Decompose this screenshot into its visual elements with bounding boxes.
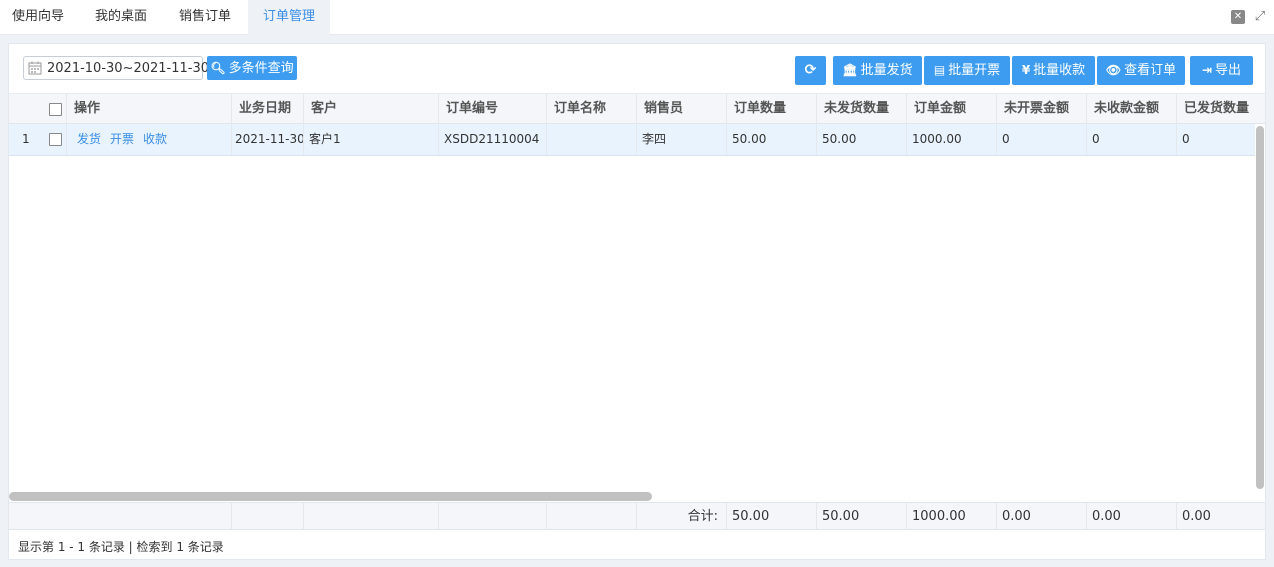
view-order-button[interactable]: 👁︎ 查看订单 bbox=[1097, 56, 1185, 85]
total-qty: 50.00 bbox=[726, 503, 816, 530]
batch-invoice-button[interactable]: ▤ 批量开票 bbox=[924, 56, 1010, 85]
cell-order-name bbox=[546, 124, 636, 155]
invoice-link[interactable]: 开票 bbox=[110, 132, 134, 146]
total-unshipped-qty: 50.00 bbox=[816, 503, 906, 530]
total-blank-4 bbox=[546, 503, 636, 530]
ship-link[interactable]: 发货 bbox=[77, 132, 101, 146]
refresh-icon: ⟳ bbox=[804, 62, 817, 78]
multi-search-label: 多条件查询 bbox=[228, 61, 294, 76]
batch-ship-button[interactable]: 🏛︎ 批量发货 bbox=[833, 56, 922, 85]
tab-sales-order[interactable]: 销售订单 bbox=[164, 0, 246, 35]
export-icon: ⇥ bbox=[1201, 63, 1213, 77]
col-order-name[interactable]: 订单名称 bbox=[546, 94, 636, 124]
horizontal-scroll-thumb[interactable] bbox=[9, 492, 652, 501]
vertical-scroll-thumb[interactable] bbox=[1256, 126, 1264, 489]
total-blank-1 bbox=[231, 503, 303, 530]
total-label: 合计: bbox=[636, 503, 726, 530]
cell-date: 2021-11-30 bbox=[231, 124, 303, 155]
cell-shipped-qty: 0 bbox=[1176, 124, 1255, 155]
batch-collect-button[interactable]: ¥ 批量收款 bbox=[1012, 56, 1095, 85]
col-qty[interactable]: 订单数量 bbox=[726, 94, 816, 124]
batch-collect-label: 批量收款 bbox=[1033, 63, 1086, 78]
col-order-no[interactable]: 订单编号 bbox=[438, 94, 546, 124]
eye-icon: 👁︎ bbox=[1105, 63, 1122, 77]
col-amount[interactable]: 订单金额 bbox=[906, 94, 996, 124]
cell-uncollected: 0 bbox=[1086, 124, 1176, 155]
cell-unshipped-qty: 50.00 bbox=[816, 124, 906, 155]
calendar-icon bbox=[28, 61, 42, 75]
row-checkbox[interactable] bbox=[49, 133, 62, 146]
view-order-label: 查看订单 bbox=[1124, 63, 1177, 78]
total-amount: 1000.00 bbox=[906, 503, 996, 530]
tab-bar: 使用向导 我的桌面 销售订单 订单管理 ✕ ⤢ bbox=[0, 0, 1274, 35]
tab-order-management[interactable]: 订单管理 bbox=[248, 0, 330, 35]
tab-guide[interactable]: 使用向导 bbox=[0, 0, 76, 35]
col-date[interactable]: 业务日期 bbox=[231, 94, 303, 124]
horizontal-scrollbar[interactable] bbox=[9, 490, 1255, 502]
cell-amount: 1000.00 bbox=[906, 124, 996, 155]
export-label: 导出 bbox=[1215, 63, 1242, 78]
expand-icon[interactable]: ⤢ bbox=[1253, 10, 1267, 24]
cell-customer: 客户1 bbox=[303, 124, 438, 155]
select-all-checkbox[interactable] bbox=[49, 103, 62, 116]
total-uncollected: 0.00 bbox=[1086, 503, 1176, 530]
order-panel: 2021-10-30~2021-11-30 🔍︎ 多条件查询 ⟳ 🏛︎ 批量发货 ▤… bbox=[8, 43, 1266, 560]
row-index: 1 bbox=[22, 132, 30, 146]
close-square-icon[interactable]: ✕ bbox=[1231, 10, 1245, 24]
invoice-icon: ▤ bbox=[933, 63, 946, 77]
cell-uninvoiced: 0 bbox=[996, 124, 1086, 155]
col-uncollected[interactable]: 未收款金额 bbox=[1086, 94, 1176, 124]
export-button[interactable]: ⇥ 导出 bbox=[1190, 56, 1253, 85]
date-range-value: 2021-10-30~2021-11-30 bbox=[47, 61, 209, 76]
col-shipped-qty[interactable]: 已发货数量 bbox=[1176, 94, 1265, 124]
row-actions: 发货 开票 收款 bbox=[66, 124, 231, 155]
multi-search-button[interactable]: 🔍︎ 多条件查询 bbox=[207, 56, 297, 80]
vertical-scrollbar[interactable] bbox=[1255, 124, 1265, 534]
bank-icon: 🏛︎ bbox=[842, 63, 858, 77]
cell-qty: 50.00 bbox=[726, 124, 816, 155]
col-uninvoiced[interactable]: 未开票金额 bbox=[996, 94, 1086, 124]
batch-ship-label: 批量发货 bbox=[860, 63, 913, 78]
collect-link[interactable]: 收款 bbox=[143, 132, 167, 146]
pagination-status: 显示第 1 - 1 条记录 | 检索到 1 条记录 bbox=[18, 540, 224, 554]
table-header: 操作 业务日期 客户 订单编号 订单名称 销售员 订单数量 未发货数量 订单金额… bbox=[9, 93, 1265, 124]
col-customer[interactable]: 客户 bbox=[303, 94, 438, 124]
total-blank-3 bbox=[438, 503, 546, 530]
totals-row: 合计: 50.00 50.00 1000.00 0.00 0.00 0.00 bbox=[9, 502, 1265, 530]
total-shipped-qty: 0.00 bbox=[1176, 503, 1265, 530]
yen-icon: ¥ bbox=[1021, 63, 1031, 77]
col-salesperson[interactable]: 销售员 bbox=[636, 94, 726, 124]
total-uninvoiced: 0.00 bbox=[996, 503, 1086, 530]
date-range-input[interactable]: 2021-10-30~2021-11-30 bbox=[23, 56, 209, 80]
table-row[interactable]: 1 发货 开票 收款 2021-11-30 客户1 XSDD21110004 李四 … bbox=[9, 124, 1255, 156]
cell-order-no: XSDD21110004 bbox=[438, 124, 546, 155]
search-icon: 🔍︎ bbox=[210, 61, 226, 75]
col-unshipped-qty[interactable]: 未发货数量 bbox=[816, 94, 906, 124]
col-actions: 操作 bbox=[66, 94, 231, 124]
total-blank-2 bbox=[303, 503, 438, 530]
batch-invoice-label: 批量开票 bbox=[948, 63, 1001, 78]
refresh-button[interactable]: ⟳ bbox=[795, 56, 826, 85]
tab-desktop[interactable]: 我的桌面 bbox=[80, 0, 162, 35]
cell-salesperson: 李四 bbox=[636, 124, 726, 155]
